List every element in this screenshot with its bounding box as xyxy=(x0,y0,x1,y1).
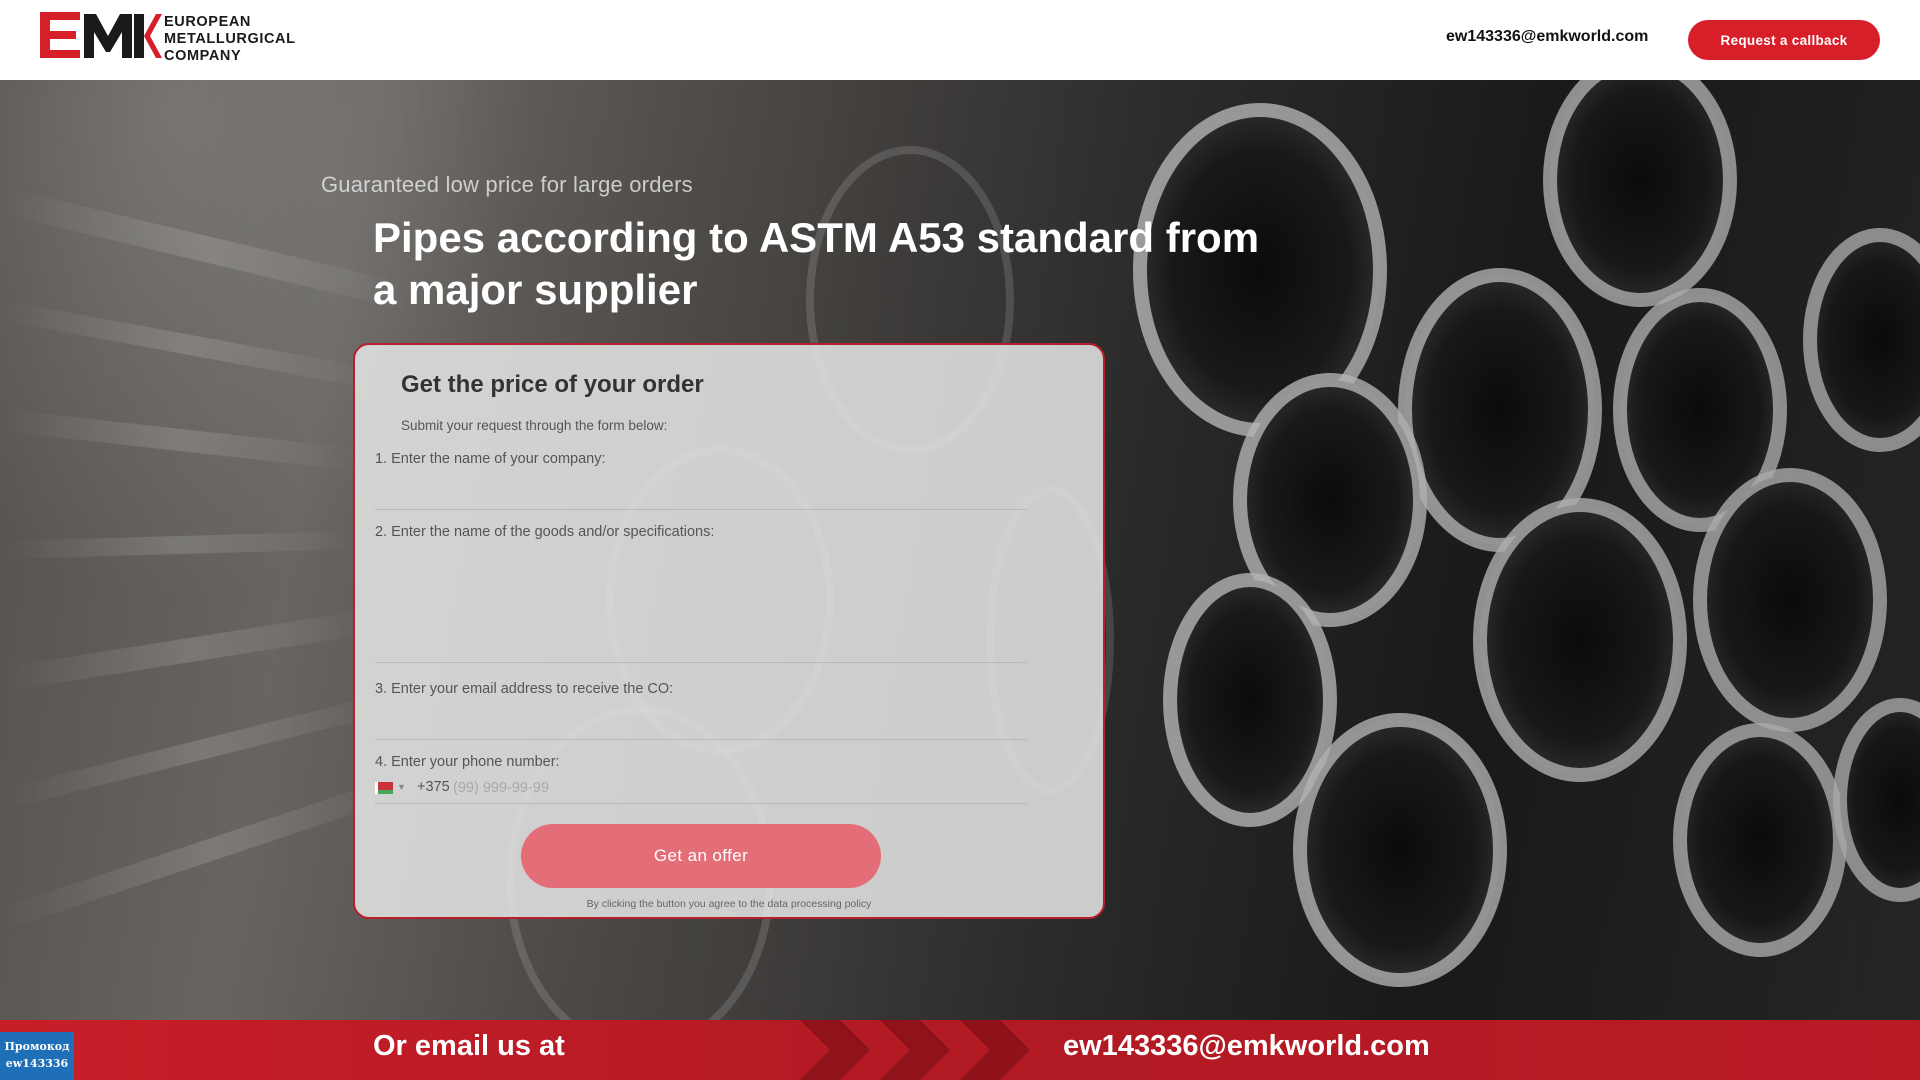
goods-spec-textarea[interactable] xyxy=(375,549,1027,659)
email-cta-strip: Or email us at ew143336@emkworld.com xyxy=(0,1020,1920,1080)
get-offer-button[interactable]: Get an offer xyxy=(521,824,881,888)
price-request-form: Get the price of your order Submit your … xyxy=(353,343,1105,919)
form-title: Get the price of your order xyxy=(401,371,704,398)
goods-spec-underline xyxy=(375,662,1027,663)
hero-title: Pipes according to ASTM A53 standard fro… xyxy=(373,214,1260,313)
emk-logo-mark-icon xyxy=(40,12,162,58)
form-subtitle: Submit your request through the form bel… xyxy=(401,418,668,433)
company-name-input[interactable] xyxy=(375,475,1027,505)
hero-section: Guaranteed low price for large orders Pi… xyxy=(0,80,1920,1020)
footer-email-link[interactable]: ew143336@emkworld.com xyxy=(1063,1030,1430,1063)
phone-country-code: +375 xyxy=(417,779,450,795)
emk-logo[interactable]: EUROPEAN METALLURGICAL COMPANY xyxy=(38,12,298,66)
chevron-arrows-icon xyxy=(800,1020,1030,1080)
logo-wordmark: EUROPEAN METALLURGICAL COMPANY xyxy=(164,14,296,64)
email-input[interactable] xyxy=(375,705,1027,735)
promo-code-label: Промокод xyxy=(4,1040,70,1053)
country-dropdown-chevron-icon[interactable]: ▼ xyxy=(397,782,406,792)
company-name-label: 1. Enter the name of your company: xyxy=(375,451,606,467)
email-underline xyxy=(375,739,1027,740)
company-name-underline xyxy=(375,509,1027,510)
site-header: EUROPEAN METALLURGICAL COMPANY ew143336@… xyxy=(0,0,1920,80)
email-label: 3. Enter your email address to receive t… xyxy=(375,681,674,697)
promo-code-badge[interactable]: Промокод ew143336 xyxy=(0,1032,74,1080)
request-callback-button[interactable]: Request a callback xyxy=(1688,20,1880,60)
data-policy-note[interactable]: By clicking the button you agree to the … xyxy=(355,898,1103,910)
belarus-flag-icon[interactable] xyxy=(375,782,393,794)
goods-spec-label: 2. Enter the name of the goods and/or sp… xyxy=(375,524,715,540)
phone-label: 4. Enter your phone number: xyxy=(375,754,560,770)
hero-subtitle: Guaranteed low price for large orders xyxy=(321,172,693,197)
phone-underline xyxy=(375,803,1027,804)
header-email-link[interactable]: ew143336@emkworld.com xyxy=(1446,28,1648,46)
promo-code-value: ew143336 xyxy=(5,1057,69,1070)
footer-cta-text: Or email us at xyxy=(373,1030,565,1062)
phone-input[interactable] xyxy=(453,777,1013,799)
